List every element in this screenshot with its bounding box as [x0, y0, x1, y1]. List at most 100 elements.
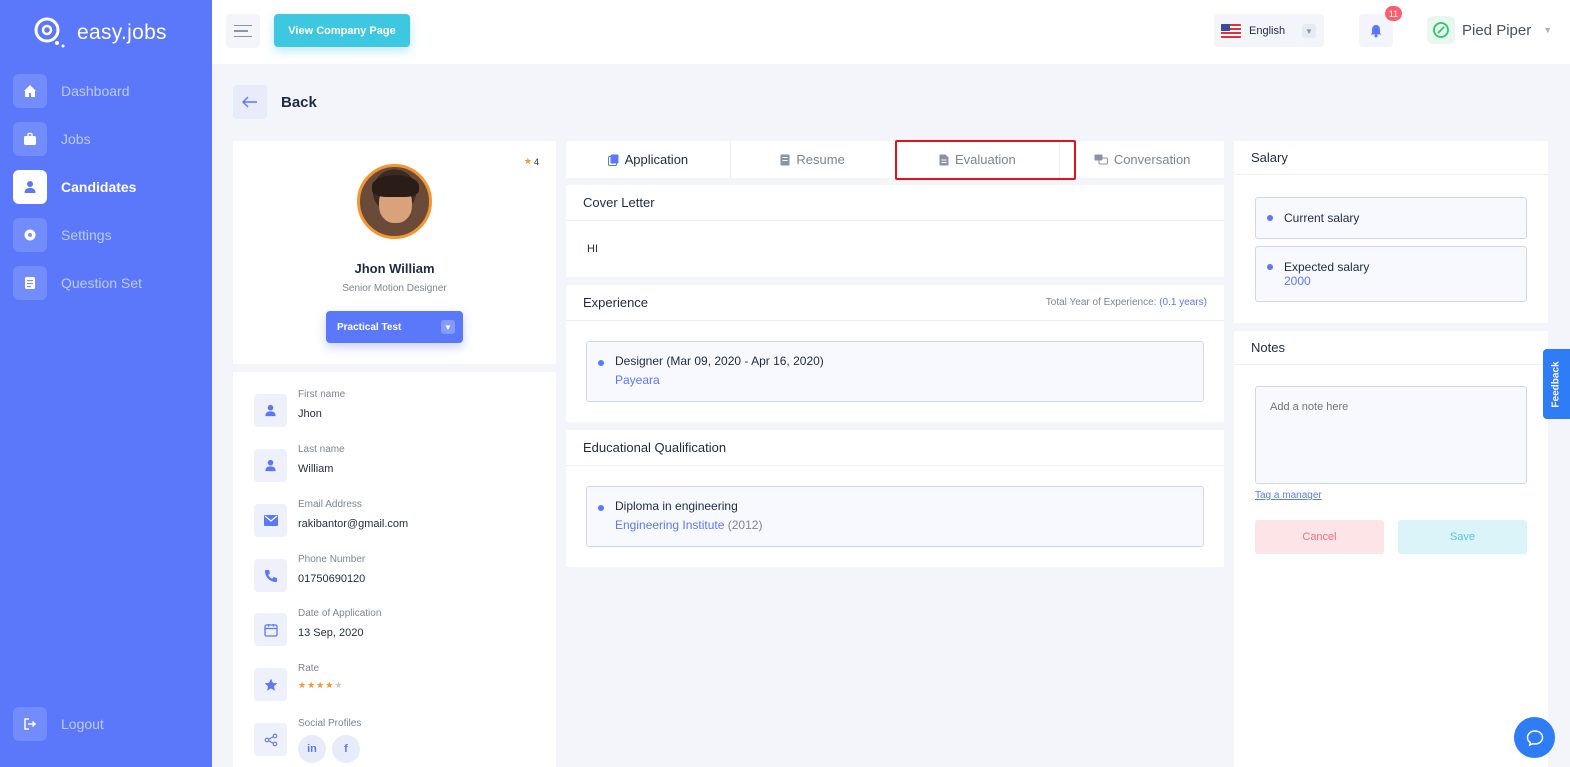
education-year: (2012) — [727, 518, 763, 532]
detail-label: Rate — [298, 663, 320, 674]
us-flag-icon — [1221, 23, 1241, 38]
chat-button[interactable] — [1514, 717, 1555, 758]
detail-rate: Rate ★★★★★ — [254, 663, 344, 701]
chevron-down-icon: ▼ — [441, 320, 455, 334]
candidate-tabs: Application Resume Evaluation Conversati… — [566, 141, 1224, 178]
pipeline-stage-dropdown[interactable]: Practical Test ▼ — [326, 311, 463, 343]
sidebar-item-label: Candidates — [61, 179, 137, 195]
user-icon — [254, 449, 287, 482]
sidebar-item-label: Settings — [61, 227, 112, 243]
home-icon — [13, 74, 47, 108]
logout-button[interactable]: Logout — [13, 707, 104, 741]
rating-badge: ★ 4 — [524, 156, 539, 167]
total-experience-label: Total Year of Experience: — [1045, 297, 1157, 308]
tab-label: Application — [624, 152, 689, 167]
sidebar-item-jobs[interactable]: Jobs — [13, 122, 203, 156]
section-title: Educational Qualification — [566, 430, 1224, 466]
gear-icon — [13, 218, 47, 252]
tab-label: Resume — [796, 152, 845, 167]
detail-value: 13 Sep, 2020 — [298, 627, 364, 639]
menu-toggle-button[interactable] — [226, 14, 260, 48]
detail-email: Email Address rakibantor@gmail.com — [254, 499, 408, 537]
star-filled-icon: ★ — [316, 680, 326, 690]
back-button[interactable] — [233, 85, 267, 119]
current-salary-label: Current salary — [1284, 211, 1360, 225]
logout-icon — [13, 707, 47, 741]
save-button[interactable]: Save — [1398, 520, 1527, 554]
tab-conversation[interactable]: Conversation — [1060, 141, 1224, 178]
logo-icon — [33, 16, 67, 50]
star-empty-icon: ★ — [334, 680, 344, 690]
envelope-icon — [254, 504, 287, 537]
tab-label: Conversation — [1113, 152, 1191, 167]
salary-title: Salary — [1234, 141, 1548, 175]
education-institute[interactable]: Engineering Institute — [615, 518, 724, 532]
user-icon — [254, 394, 287, 427]
candidate-profile-card: ★ 4 Jhon William Senior Motion Designer … — [233, 141, 556, 364]
notes-card: Notes Tag a manager Cancel Save — [1234, 331, 1548, 767]
education-section: Educational Qualification Diploma in eng… — [566, 430, 1224, 567]
sidebar: easy.jobs Dashboard Jobs Candidates Sett… — [0, 0, 212, 767]
user-icon — [13, 170, 47, 204]
tab-label: Evaluation — [955, 152, 1016, 167]
chevron-down-icon: ▼ — [1302, 24, 1316, 38]
experience-company[interactable]: Payeara — [615, 373, 1203, 387]
chat-icon — [1526, 729, 1543, 746]
cover-letter-section: Cover Letter HI — [566, 185, 1224, 277]
detail-label: Social Profiles — [298, 718, 362, 729]
sidebar-nav: Dashboard Jobs Candidates Settings Quest… — [13, 74, 203, 314]
detail-application-date: Date of Application 13 Sep, 2020 — [254, 608, 381, 646]
section-title: Cover Letter — [566, 185, 1224, 221]
star-icon: ★ — [523, 156, 532, 166]
sidebar-item-question-set[interactable]: Question Set — [13, 266, 203, 300]
bell-icon — [1370, 24, 1382, 37]
expected-salary-item: Expected salary 2000 — [1255, 246, 1527, 302]
calendar-icon — [254, 613, 287, 646]
company-logo-icon — [1427, 16, 1455, 44]
star-filled-icon: ★ — [298, 680, 308, 690]
total-experience: Total Year of Experience: (0.1 years) — [1046, 297, 1207, 308]
detail-first-name: First name Jhon — [254, 389, 345, 427]
expected-salary-value: 2000 — [1284, 274, 1311, 288]
feedback-tab[interactable]: Feedback — [1543, 349, 1570, 419]
company-switcher[interactable]: Pied Piper ▼ — [1427, 16, 1552, 44]
menu-icon-line — [234, 24, 252, 27]
detail-label: First name — [298, 389, 346, 400]
tab-evaluation[interactable]: Evaluation — [896, 141, 1061, 178]
facebook-icon[interactable]: f — [332, 735, 360, 763]
briefcase-icon — [13, 122, 47, 156]
tab-resume[interactable]: Resume — [731, 141, 896, 178]
conversation-icon — [1094, 154, 1108, 164]
education-entry: Diploma in engineering Engineering Insti… — [586, 486, 1204, 547]
tab-application[interactable]: Application — [566, 141, 731, 178]
education-degree: Diploma in engineering — [615, 499, 738, 513]
cancel-button[interactable]: Cancel — [1255, 520, 1384, 554]
detail-value: William — [298, 463, 334, 475]
company-name: Pied Piper — [1462, 21, 1532, 39]
app-name: easy.jobs — [77, 21, 167, 44]
language-selector[interactable]: English ▼ — [1214, 14, 1324, 47]
sidebar-item-candidates[interactable]: Candidates — [13, 170, 203, 204]
share-icon — [254, 723, 287, 756]
expected-salary-label: Expected salary — [1284, 260, 1370, 274]
sidebar-item-dashboard[interactable]: Dashboard — [13, 74, 203, 108]
star-filled-icon: ★ — [325, 680, 335, 690]
view-company-page-button[interactable]: View Company Page — [274, 14, 410, 47]
language-label: English — [1249, 24, 1286, 37]
note-input[interactable] — [1255, 386, 1527, 484]
detail-label: Phone Number — [298, 554, 366, 565]
star-filled-icon: ★ — [307, 680, 317, 690]
evaluation-icon — [939, 154, 949, 165]
detail-social-profiles: Social Profiles in f — [254, 718, 361, 763]
sidebar-item-settings[interactable]: Settings — [13, 218, 203, 252]
cover-letter-text: HI — [587, 243, 598, 255]
stage-label: Practical Test — [337, 321, 402, 333]
linkedin-icon[interactable]: in — [298, 735, 326, 763]
candidate-avatar — [357, 164, 432, 239]
tag-manager-link[interactable]: Tag a manager — [1255, 490, 1322, 501]
back-label: Back — [281, 94, 317, 111]
app-logo[interactable]: easy.jobs — [33, 16, 167, 50]
candidate-name: Jhon William — [354, 261, 435, 276]
section-title: Experience — [583, 295, 649, 310]
notification-count-badge: 11 — [1385, 6, 1402, 21]
